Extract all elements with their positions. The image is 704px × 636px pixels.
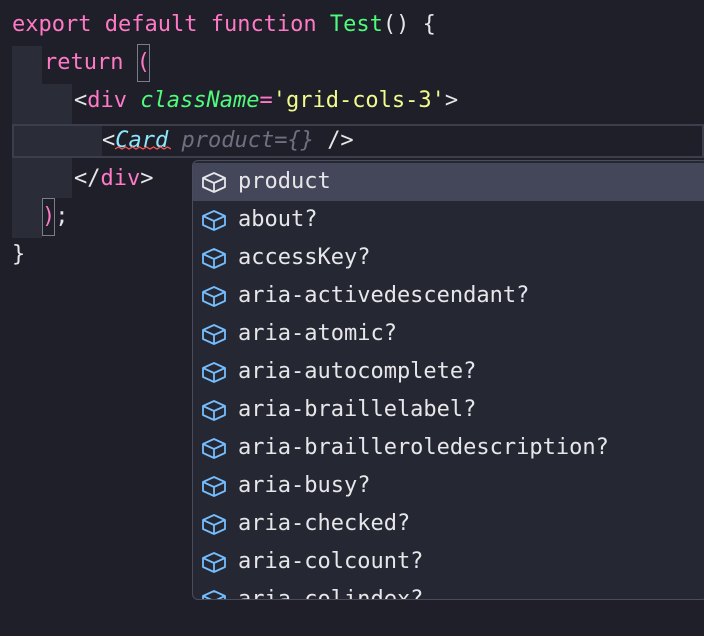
semicolon: ; bbox=[55, 204, 69, 229]
suggestion-label: aria-brailleroledescription? bbox=[238, 435, 609, 460]
self-closing: /> bbox=[327, 128, 354, 153]
suggestion-item[interactable]: aria-checked? bbox=[193, 505, 704, 543]
suggestion-label: about? bbox=[238, 207, 318, 232]
cube-icon bbox=[202, 210, 226, 231]
tag-close-bracket: > bbox=[140, 166, 154, 191]
close-paren: ) bbox=[42, 198, 56, 236]
tag-open-bracket: < bbox=[102, 128, 116, 153]
component-card[interactable]: Card bbox=[115, 128, 172, 153]
keyword-return: return bbox=[44, 50, 124, 75]
cube-icon bbox=[202, 476, 226, 497]
attr-value: 'grid-cols-3' bbox=[272, 88, 445, 113]
cube-icon bbox=[202, 400, 226, 421]
cube-icon bbox=[202, 514, 226, 535]
error-squiggle bbox=[115, 146, 172, 150]
function-name: Test bbox=[329, 12, 383, 37]
code-line-3[interactable]: <div className='grid-cols-3'> bbox=[74, 82, 458, 120]
tag-close-bracket: > bbox=[444, 88, 459, 113]
parens-brace: () { bbox=[382, 12, 436, 37]
suggestion-item[interactable]: aria-brailleroledescription? bbox=[193, 429, 704, 467]
code-line-1[interactable]: export default function Test() { bbox=[12, 6, 436, 44]
code-line-6[interactable]: ); bbox=[42, 198, 69, 236]
suggestion-item[interactable]: accessKey? bbox=[193, 239, 704, 277]
suggestion-item[interactable]: aria-colcount? bbox=[193, 543, 704, 581]
suggestion-label: aria-autocomplete? bbox=[238, 359, 477, 384]
code-line-7[interactable]: } bbox=[12, 236, 25, 274]
suggestion-label: aria-atomic? bbox=[238, 321, 397, 346]
open-paren: ( bbox=[136, 44, 150, 82]
code-line-4[interactable]: <Card product={} /> bbox=[102, 122, 354, 160]
keyword-function: function bbox=[210, 12, 317, 37]
suggestion-item[interactable]: product bbox=[193, 163, 704, 201]
suggestion-widget[interactable]: product about? accessKey? aria-activedescen… bbox=[192, 160, 704, 600]
suggestion-item[interactable]: about? bbox=[193, 201, 704, 239]
suggestion-label: aria-activedescendant? bbox=[238, 283, 530, 308]
suggestion-item[interactable]: aria-autocomplete? bbox=[193, 353, 704, 391]
suggestion-label: aria-braillelabel? bbox=[238, 397, 477, 422]
suggestion-item[interactable]: aria-colindex? bbox=[193, 581, 704, 600]
attr-classname: className bbox=[140, 88, 260, 113]
cube-icon bbox=[202, 286, 226, 307]
suggestion-item[interactable]: aria-activedescendant? bbox=[193, 277, 704, 315]
suggestion-item[interactable]: aria-busy? bbox=[193, 467, 704, 505]
suggestion-label: accessKey? bbox=[238, 245, 371, 270]
cube-icon bbox=[202, 172, 226, 193]
tag-open-bracket: < bbox=[74, 88, 88, 113]
keyword-export: export bbox=[12, 12, 92, 37]
suggestion-label: aria-busy? bbox=[238, 473, 371, 498]
cube-icon bbox=[202, 362, 226, 383]
code-editor[interactable]: export default function Test() { return … bbox=[0, 0, 704, 636]
cube-icon bbox=[202, 438, 226, 459]
keyword-default: default bbox=[104, 12, 198, 37]
cube-icon bbox=[202, 552, 226, 573]
close-tag-open: </ bbox=[74, 166, 101, 191]
suggestion-item[interactable]: aria-atomic? bbox=[193, 315, 704, 353]
cube-icon bbox=[202, 590, 226, 599]
code-line-2[interactable]: return ( bbox=[44, 44, 150, 82]
tag-div: div bbox=[100, 166, 141, 191]
closing-brace: } bbox=[12, 242, 26, 267]
suggestion-label: product bbox=[238, 169, 331, 194]
suggestion-label: aria-colindex? bbox=[238, 587, 424, 600]
cube-icon bbox=[202, 248, 226, 269]
suggestion-label: aria-checked? bbox=[238, 511, 411, 536]
attr-equals: = bbox=[259, 88, 273, 113]
inline-hint: product={} bbox=[181, 128, 314, 153]
tag-div: div bbox=[87, 88, 127, 113]
suggestion-item[interactable]: aria-braillelabel? bbox=[193, 391, 704, 429]
cube-icon bbox=[202, 324, 226, 345]
code-line-5[interactable]: </div> bbox=[74, 160, 154, 198]
suggestion-label: aria-colcount? bbox=[238, 549, 424, 574]
